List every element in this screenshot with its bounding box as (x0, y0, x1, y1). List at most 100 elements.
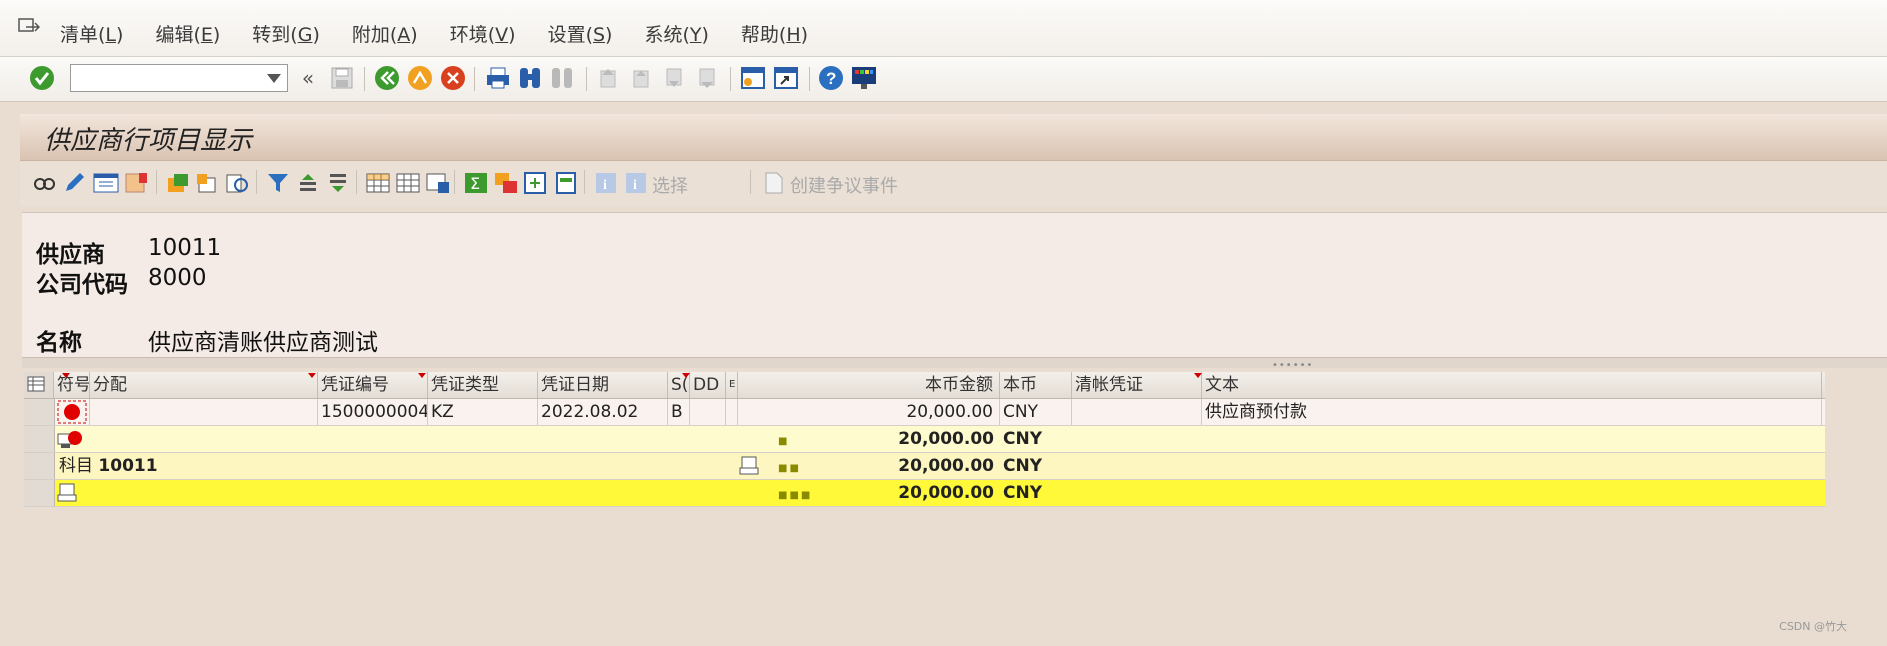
subtotal-row[interactable]: ■ 20,000.00 CNY (24, 426, 1825, 453)
menu-exit-icon[interactable] (18, 18, 41, 36)
enter-check-icon[interactable] (28, 64, 56, 92)
row-selector[interactable] (24, 453, 55, 479)
chevron-down-icon[interactable] (267, 74, 281, 83)
menu-list[interactable]: 清单(L) (60, 20, 123, 47)
total-currency: CNY (1003, 483, 1043, 503)
select-all-icon[interactable] (92, 169, 120, 197)
back-icon[interactable] (373, 64, 401, 92)
last-page-icon (693, 64, 721, 92)
change-layout-icon[interactable] (364, 169, 392, 197)
shortcut-icon[interactable] (772, 64, 800, 92)
mail-icon[interactable] (552, 169, 580, 197)
select-all-cells-icon[interactable] (24, 372, 54, 398)
row-selector[interactable] (24, 426, 55, 452)
account-subtotal-currency: CNY (1003, 456, 1043, 476)
cell-e (726, 399, 738, 425)
export-icon[interactable] (522, 169, 550, 197)
subtotal-icon[interactable] (492, 169, 520, 197)
account-subtotal-amount: 20,000.00 (898, 456, 994, 476)
sort-marker-icon (1194, 373, 1202, 378)
collapse-icon[interactable]: « (294, 64, 322, 92)
total-sum-icon[interactable]: Σ (462, 169, 490, 197)
find-icon[interactable] (516, 64, 544, 92)
table-row[interactable]: 1500000004 KZ 2022.08.02 B 20,000.00 CNY… (24, 399, 1825, 426)
col-e[interactable]: E (726, 372, 738, 398)
create-session-icon[interactable] (739, 64, 767, 92)
display-document-icon[interactable] (30, 169, 58, 197)
menu-help[interactable]: 帮助(H) (741, 20, 808, 47)
splitter-handle[interactable]: •••••• (22, 357, 1887, 371)
menu-goto[interactable]: 转到(G) (252, 20, 320, 47)
separator (730, 67, 731, 91)
status-red-icon (54, 399, 90, 425)
cell-document-number[interactable]: 1500000004 (318, 399, 428, 425)
cell-document-date: 2022.08.02 (538, 399, 668, 425)
select-button[interactable]: 选择 (652, 172, 688, 198)
total-printer-icon (54, 480, 90, 506)
separator (584, 170, 585, 194)
edit-pencil-icon[interactable] (60, 169, 88, 197)
select-layout-icon[interactable] (394, 169, 422, 197)
col-amount[interactable]: 本币金额 (738, 372, 1000, 398)
menu-edit[interactable]: 编辑(E) (155, 20, 220, 47)
separator (356, 170, 357, 194)
select-items-icon[interactable] (164, 169, 192, 197)
row-selector[interactable] (24, 399, 55, 425)
cell-dd (690, 399, 726, 425)
menu-settings[interactable]: 设置(S) (548, 20, 613, 47)
cancel-icon[interactable] (439, 64, 467, 92)
save-icon[interactable] (328, 64, 356, 92)
command-field[interactable] (70, 64, 288, 92)
col-assignment[interactable]: 分配 (90, 372, 318, 398)
separator (256, 170, 257, 194)
cell-document-type: KZ (428, 399, 538, 425)
account-text: 科目 (59, 456, 93, 476)
account-subtotal-row[interactable]: 科目 10011 ■■ 20,000.00 CNY (24, 453, 1825, 480)
col-document-date[interactable]: 凭证日期 (538, 372, 668, 398)
print-icon[interactable] (484, 64, 512, 92)
svg-text:i: i (633, 178, 637, 193)
svg-text:Σ: Σ (470, 174, 480, 193)
separator (364, 67, 365, 91)
col-symbol[interactable]: 符号 (54, 372, 90, 398)
col-clearing-document[interactable]: 清帐凭证 (1072, 372, 1202, 398)
exit-icon[interactable] (406, 64, 434, 92)
cell-amount: 20,000.00 (738, 399, 1000, 425)
grid-header: 符号 分配 凭证编号 凭证类型 凭证日期 S( DD E 本币金额 本币 清帐凭… (24, 372, 1825, 399)
sort-marker-icon (418, 373, 426, 378)
grand-total-row[interactable]: ■■■ 20,000.00 CNY (24, 480, 1825, 507)
save-layout-icon[interactable] (424, 169, 452, 197)
filter-icon[interactable] (264, 169, 292, 197)
subtotal-amount: 20,000.00 (898, 429, 994, 449)
layout-menu-icon[interactable] (850, 64, 878, 92)
menu-list: 清单(L) 编辑(E) 转到(G) 附加(A) 环境(V) 设置(S) 系统(Y… (60, 20, 808, 47)
sort-ascending-icon[interactable] (294, 169, 322, 197)
col-document-number[interactable]: 凭证编号 (318, 372, 428, 398)
menu-extras[interactable]: 附加(A) (352, 20, 418, 47)
application-toolbar: Σ i i 选择 创建争议事件 (20, 162, 1887, 206)
change-selection-icon[interactable] (194, 169, 222, 197)
vendor-value: 10011 (148, 235, 222, 261)
document-icon (760, 169, 788, 197)
search-document-icon[interactable] (224, 169, 252, 197)
col-currency[interactable]: 本币 (1000, 372, 1072, 398)
deselect-icon[interactable] (124, 169, 152, 197)
help-icon[interactable]: ? (817, 64, 845, 92)
separator (750, 170, 751, 194)
col-text[interactable]: 文本 (1202, 372, 1822, 398)
row-selector[interactable] (24, 480, 55, 506)
total-amount: 20,000.00 (898, 483, 994, 503)
previous-page-icon (627, 64, 655, 92)
create-dispute-case-button[interactable]: 创建争议事件 (790, 172, 898, 198)
col-document-type[interactable]: 凭证类型 (428, 372, 538, 398)
sort-marker-icon (308, 373, 316, 378)
menu-environment[interactable]: 环境(V) (450, 20, 516, 47)
svg-text:?: ? (826, 69, 836, 88)
menu-bar: 清单(L) 编辑(E) 转到(G) 附加(A) 环境(V) 设置(S) 系统(Y… (0, 0, 1887, 57)
cell-text: 供应商预付款 (1202, 399, 1822, 425)
grip-icon: •••••• (1272, 360, 1314, 371)
next-page-icon (660, 64, 688, 92)
menu-system[interactable]: 系统(Y) (644, 20, 708, 47)
sort-descending-icon[interactable] (324, 169, 352, 197)
col-dd[interactable]: DD (690, 372, 726, 398)
